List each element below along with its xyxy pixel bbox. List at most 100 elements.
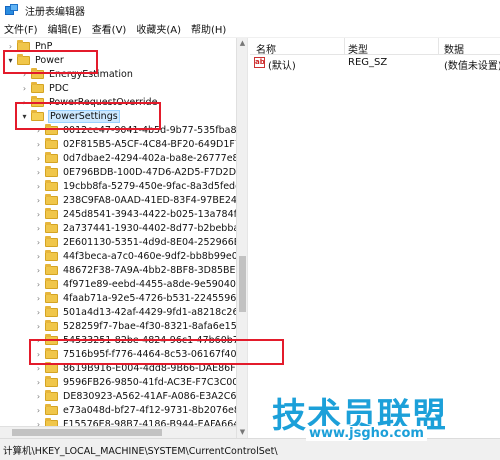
collapsed-arrow-icon[interactable]: › — [34, 238, 43, 247]
collapsed-arrow-icon[interactable]: › — [34, 280, 43, 289]
folder-icon — [45, 152, 58, 163]
values-list: 名称 类型 数据 ab (默认) REG_SZ (数值未设置) — [250, 38, 500, 438]
collapsed-arrow-icon[interactable]: › — [34, 266, 43, 275]
value-data: (数值未设置) — [444, 61, 500, 72]
folder-icon — [45, 180, 58, 191]
collapsed-arrow-icon[interactable]: › — [34, 322, 43, 331]
column-header-data[interactable]: 数据 — [444, 41, 464, 56]
collapsed-arrow-icon[interactable]: › — [34, 210, 43, 219]
folder-icon — [45, 320, 58, 331]
column-header-type[interactable]: 类型 — [348, 41, 368, 56]
menu-edit[interactable]: 编辑(E) — [48, 21, 82, 36]
tree-item-label: DE830923-A562-41AF-A086-E3A2C6B — [63, 391, 236, 402]
tree-item-label: 19cbb8fa-5279-450e-9fac-8a3d5fedd — [63, 181, 236, 192]
value-row[interactable]: ab (默认) REG_SZ (数值未设置) — [250, 56, 500, 72]
collapsed-arrow-icon[interactable]: › — [34, 364, 43, 373]
tree-item[interactable]: › 02F815B5-A5CF-4C84-BF20-649D1F7 — [34, 138, 236, 151]
collapsed-arrow-icon[interactable]: › — [34, 378, 43, 387]
tree-item-label: 0E796BDB-100D-47D6-A2D5-F7D2DA — [63, 167, 236, 178]
folder-icon — [31, 82, 44, 93]
tree-item[interactable]: › e73a048d-bf27-4f12-9731-8b2076e8 — [34, 404, 236, 417]
column-header-name[interactable]: 名称 — [256, 41, 276, 56]
tree-item[interactable]: › 0d7dbae2-4294-402a-ba8e-26777e8 — [34, 152, 236, 165]
window-title: 注册表编辑器 — [25, 6, 85, 18]
folder-icon — [45, 404, 58, 415]
tree-item-label: 02F815B5-A5CF-4C84-BF20-649D1F7 — [63, 139, 236, 150]
collapsed-arrow-icon[interactable]: › — [34, 196, 43, 205]
tree-item[interactable]: › 44f3beca-a7c0-460e-9df2-bb8b99e0 — [34, 250, 236, 263]
value-name: (默认) — [268, 61, 296, 72]
tree-item-label: e73a048d-bf27-4f12-9731-8b2076e8 — [63, 405, 236, 416]
tree-item-label: 44f3beca-a7c0-460e-9df2-bb8b99e0 — [63, 251, 236, 262]
tree-item[interactable]: › 0E796BDB-100D-47D6-A2D5-F7D2DA — [34, 166, 236, 179]
tree-item[interactable]: › 48672F38-7A9A-4bb2-8BF8-3D85BE1 — [34, 264, 236, 277]
tree-item[interactable]: › DE830923-A562-41AF-A086-E3A2C6B — [34, 390, 236, 403]
menu-favorites[interactable]: 收藏夹(A) — [136, 21, 181, 36]
folder-icon — [45, 236, 58, 247]
folder-icon — [45, 292, 58, 303]
registry-editor-icon — [5, 4, 19, 16]
collapsed-arrow-icon[interactable]: › — [20, 84, 29, 93]
tree-item-label: PDC — [49, 83, 69, 94]
tree-item[interactable]: › 2E601130-5351-4d9d-8E04-252966BA — [34, 236, 236, 249]
folder-icon — [45, 250, 58, 261]
tree-item-label: 0d7dbae2-4294-402a-ba8e-26777e8 — [63, 153, 236, 164]
folder-icon — [45, 138, 58, 149]
tree-item[interactable]: › 238C9FA8-0AAD-41ED-83F4-97BE242 — [34, 194, 236, 207]
folder-icon — [45, 222, 58, 233]
tree-item-label: 4f971e89-eebd-4455-a8de-9e59040e — [63, 279, 236, 290]
folder-icon — [45, 362, 58, 373]
registry-tree[interactable]: › PnP ▾ Power › EnergyEstimation › PDC › PowerReq… — [0, 38, 236, 438]
collapsed-arrow-icon[interactable]: › — [34, 392, 43, 401]
tree-item[interactable]: › 528259f7-7bae-4f30-8321-8afa6e155 — [34, 320, 236, 333]
collapsed-arrow-icon[interactable]: › — [34, 294, 43, 303]
scroll-thumb[interactable] — [12, 429, 162, 436]
tree-item-label: 9596FB26-9850-41fd-AC3E-F7C3C00A — [63, 377, 236, 388]
title-bar: 注册表编辑器 — [0, 0, 500, 20]
string-value-icon: ab — [254, 57, 265, 68]
tree-item[interactable]: › 9596FB26-9850-41fd-AC3E-F7C3C00A — [34, 376, 236, 389]
folder-icon — [45, 166, 58, 177]
tree-item-label: 238C9FA8-0AAD-41ED-83F4-97BE242 — [63, 195, 236, 206]
collapsed-arrow-icon[interactable]: › — [34, 154, 43, 163]
collapsed-arrow-icon[interactable]: › — [34, 140, 43, 149]
status-bar: 计算机\HKEY_LOCAL_MACHINE\SYSTEM\CurrentCon… — [0, 438, 500, 460]
tree-item[interactable]: › 4f971e89-eebd-4455-a8de-9e59040e — [34, 278, 236, 291]
tree-item-label: 245d8541-3943-4422-b025-13a784f6 — [63, 209, 236, 220]
tree-item[interactable]: › PDC — [20, 82, 69, 95]
tree-item-label: 501a4d13-42af-4429-9fd1-a8218c268 — [63, 307, 236, 318]
scroll-thumb[interactable] — [239, 256, 246, 312]
collapsed-arrow-icon[interactable]: › — [34, 308, 43, 317]
tree-item[interactable]: › 2a737441-1930-4402-8d77-b2bebba — [34, 222, 236, 235]
menu-bar: 文件(F) 编辑(E) 查看(V) 收藏夹(A) 帮助(H) — [0, 20, 500, 38]
menu-file[interactable]: 文件(F) — [4, 21, 38, 36]
folder-icon — [45, 390, 58, 401]
collapsed-arrow-icon[interactable]: › — [34, 168, 43, 177]
tree-item-label: 2a737441-1930-4402-8d77-b2bebba — [63, 223, 236, 234]
collapsed-arrow-icon[interactable]: › — [34, 406, 43, 415]
tree-item-label: 4faab71a-92e5-4726-b531-22455967 — [63, 293, 236, 304]
tree-item[interactable]: › 19cbb8fa-5279-450e-9fac-8a3d5fedd — [34, 180, 236, 193]
tree-vertical-scrollbar[interactable]: ▲ ▼ — [236, 38, 247, 438]
tree-horizontal-scrollbar[interactable] — [0, 426, 236, 438]
folder-icon — [45, 306, 58, 317]
folder-icon — [45, 194, 58, 205]
value-type: REG_SZ — [348, 57, 388, 68]
collapsed-arrow-icon[interactable]: › — [34, 224, 43, 233]
tree-item-label: 48672F38-7A9A-4bb2-8BF8-3D85BE1 — [63, 265, 236, 276]
folder-icon — [45, 208, 58, 219]
tree-item[interactable]: › 245d8541-3943-4422-b025-13a784f6 — [34, 208, 236, 221]
folder-icon — [45, 376, 58, 387]
tree-item[interactable]: › 4faab71a-92e5-4726-b531-22455967 — [34, 292, 236, 305]
tree-item-label: 528259f7-7bae-4f30-8321-8afa6e155 — [63, 321, 236, 332]
menu-view[interactable]: 查看(V) — [92, 21, 127, 36]
collapsed-arrow-icon[interactable]: › — [34, 252, 43, 261]
status-path: 计算机\HKEY_LOCAL_MACHINE\SYSTEM\CurrentCon… — [3, 445, 278, 457]
tree-item[interactable]: › 501a4d13-42af-4429-9fd1-a8218c268 — [34, 306, 236, 319]
menu-help[interactable]: 帮助(H) — [191, 21, 226, 36]
tree-item-label: 2E601130-5351-4d9d-8E04-252966BA — [63, 237, 236, 248]
collapsed-arrow-icon[interactable]: › — [34, 182, 43, 191]
highlight-box-powersettings — [15, 102, 161, 130]
folder-icon — [45, 264, 58, 275]
highlight-box-power — [3, 50, 98, 74]
